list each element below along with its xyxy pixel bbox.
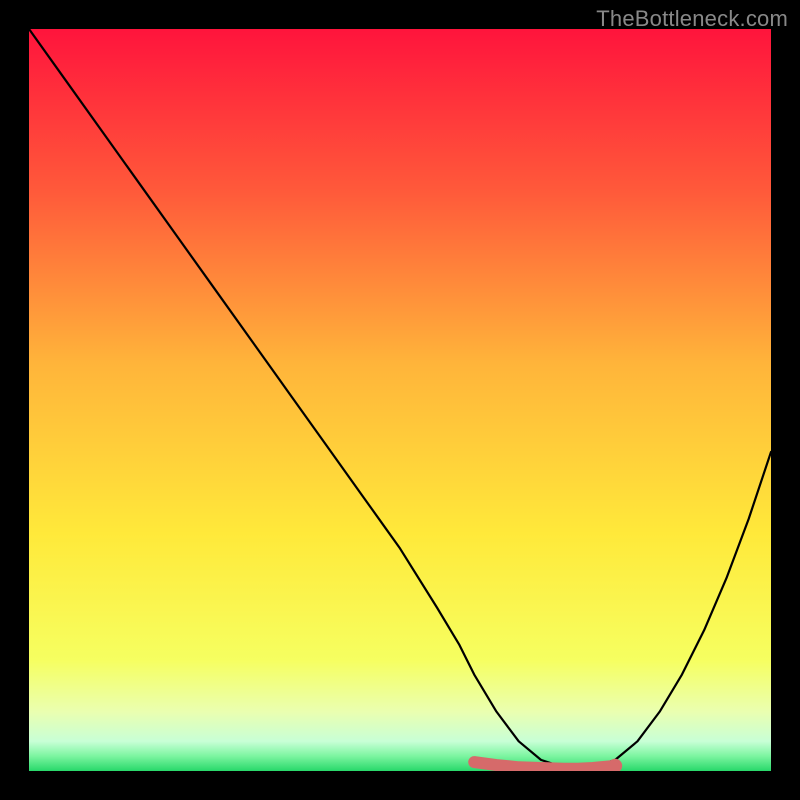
gradient-background bbox=[29, 29, 771, 771]
chart-stage: TheBottleneck.com bbox=[0, 0, 800, 800]
chart-svg bbox=[29, 29, 771, 771]
plot-area bbox=[29, 29, 771, 771]
highlight-segment bbox=[474, 762, 615, 769]
